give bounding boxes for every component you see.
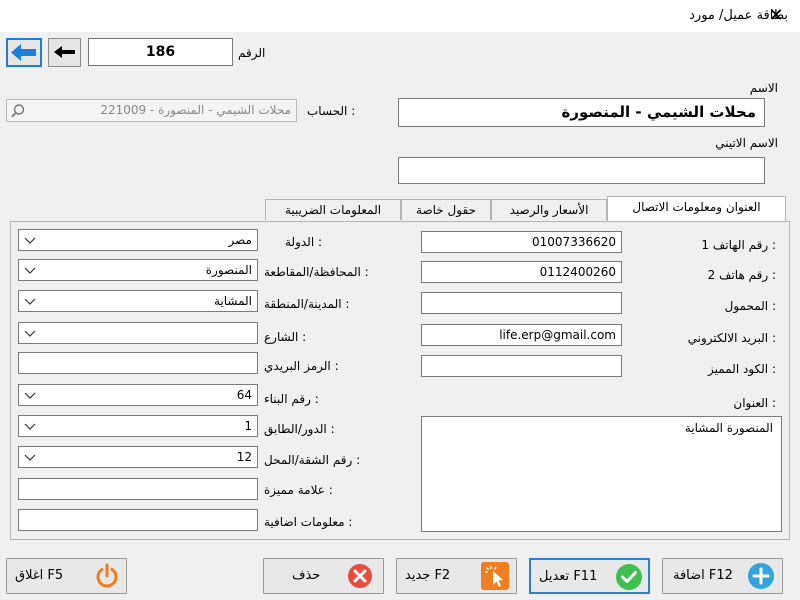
extra-info-label: معلومات اضافية : bbox=[264, 515, 353, 529]
address-label: العنوان : bbox=[733, 396, 776, 410]
name-label: الاسم bbox=[749, 81, 778, 95]
chevron-down-icon bbox=[24, 423, 36, 430]
postal-code-label: الرمز البريدي : bbox=[264, 359, 339, 373]
power-icon bbox=[96, 563, 118, 588]
special-code-input[interactable] bbox=[421, 355, 622, 377]
floor-value: 1 bbox=[244, 419, 252, 433]
governorate-label: المحافظة/المقاطعة : bbox=[264, 265, 369, 279]
pointer-click-icon bbox=[481, 562, 509, 590]
edit-button-label: تعديل F11 bbox=[539, 569, 598, 584]
delete-button-label: حذف bbox=[292, 568, 321, 583]
building-number-select[interactable]: 64 bbox=[18, 384, 258, 406]
email-input[interactable]: life.erp@gmail.com bbox=[421, 324, 622, 346]
search-icon[interactable] bbox=[10, 103, 26, 119]
account-field[interactable]: 221009 - محلات الشيمي - المنصورة bbox=[6, 99, 297, 122]
governorate-select[interactable]: المنصورة bbox=[18, 259, 258, 281]
account-value: 221009 - محلات الشيمي - المنصورة bbox=[100, 103, 291, 117]
add-button-label: اضافة F12 bbox=[673, 568, 733, 583]
chevron-down-icon bbox=[24, 330, 36, 337]
close-button[interactable]: اغلاق F5 bbox=[6, 558, 127, 594]
close-button-label: اغلاق F5 bbox=[15, 568, 64, 583]
street-select[interactable] bbox=[18, 322, 258, 344]
apartment-select[interactable]: 12 bbox=[18, 446, 258, 468]
edit-button[interactable]: تعديل F11 bbox=[529, 558, 650, 594]
name-input[interactable]: محلات الشيمي - المنصورة bbox=[398, 98, 765, 127]
account-label: الحساب : bbox=[307, 104, 356, 118]
title-bar: بطاقة عميل/ مورد ✕ bbox=[0, 0, 800, 32]
plus-icon bbox=[748, 563, 774, 589]
city-label: المدينة/المنطقة : bbox=[264, 297, 350, 311]
close-window-button[interactable]: ✕ bbox=[766, 6, 786, 26]
latin-name-label: الاسم الاتيني bbox=[715, 136, 778, 150]
chevron-down-icon bbox=[24, 237, 36, 244]
new-button[interactable]: جديد F2 bbox=[396, 558, 517, 594]
record-number-field[interactable]: 186 bbox=[88, 38, 233, 66]
delete-button[interactable]: حذف bbox=[263, 558, 384, 594]
checkmark-icon bbox=[616, 564, 642, 590]
phone1-label: رقم الهاتف 1 : bbox=[701, 238, 776, 252]
tab-special-fields[interactable]: حقول خاصة bbox=[401, 199, 491, 220]
latin-name-input[interactable] bbox=[398, 157, 765, 184]
tab-prices-balance[interactable]: الأسعار والرصيد bbox=[491, 199, 607, 220]
arrow-left-icon bbox=[11, 44, 36, 61]
landmark-input[interactable] bbox=[18, 478, 258, 500]
tab-address[interactable]: المعلومات الضريبية bbox=[265, 199, 401, 220]
extra-info-input[interactable] bbox=[18, 509, 258, 531]
record-number-label: الرقم bbox=[238, 46, 266, 60]
country-value: مصر bbox=[228, 233, 252, 247]
building-number-value: 64 bbox=[236, 388, 252, 402]
floor-select[interactable]: 1 bbox=[18, 415, 258, 437]
street-label: الشارع : bbox=[264, 330, 307, 344]
chevron-down-icon bbox=[24, 298, 36, 305]
nav-first-button[interactable] bbox=[6, 38, 42, 67]
add-button[interactable]: اضافة F12 bbox=[662, 558, 783, 594]
mobile-input[interactable] bbox=[421, 292, 622, 314]
address-textarea[interactable]: المنصورة المشاية bbox=[421, 416, 782, 532]
postal-code-input[interactable] bbox=[18, 352, 258, 374]
phone2-input[interactable]: 0112400260 bbox=[421, 261, 622, 283]
chevron-down-icon bbox=[24, 454, 36, 461]
city-select[interactable]: المشاية bbox=[18, 290, 258, 312]
special-code-label: الكود المميز : bbox=[708, 362, 776, 376]
city-value: المشاية bbox=[213, 294, 252, 308]
chevron-down-icon bbox=[24, 392, 36, 399]
landmark-label: علامة مميزة : bbox=[264, 483, 333, 497]
apartment-label: رقم الشقة/المحل : bbox=[264, 453, 361, 467]
email-label: البريد الالكتروني : bbox=[687, 331, 776, 345]
apartment-value: 12 bbox=[236, 450, 252, 464]
country-label: الدولة : bbox=[285, 235, 323, 249]
building-number-label: رقم البناء : bbox=[264, 392, 319, 406]
address-value: المنصورة المشاية bbox=[684, 421, 773, 435]
governorate-value: المنصورة bbox=[205, 263, 252, 277]
new-button-label: جديد F2 bbox=[405, 568, 451, 583]
nav-previous-button[interactable] bbox=[48, 38, 81, 67]
mobile-label: المحمول : bbox=[724, 299, 776, 313]
tab-contact-info[interactable]: العنوان ومعلومات الاتصال bbox=[607, 196, 786, 221]
arrow-left-icon bbox=[54, 46, 75, 58]
phone1-input[interactable]: 01007336620 bbox=[421, 231, 622, 253]
delete-x-icon bbox=[348, 564, 372, 588]
phone2-label: رقم هاتف 2 : bbox=[707, 268, 776, 282]
chevron-down-icon bbox=[24, 267, 36, 274]
country-select[interactable]: مصر bbox=[18, 229, 258, 251]
floor-label: الدور/الطابق : bbox=[264, 422, 335, 436]
